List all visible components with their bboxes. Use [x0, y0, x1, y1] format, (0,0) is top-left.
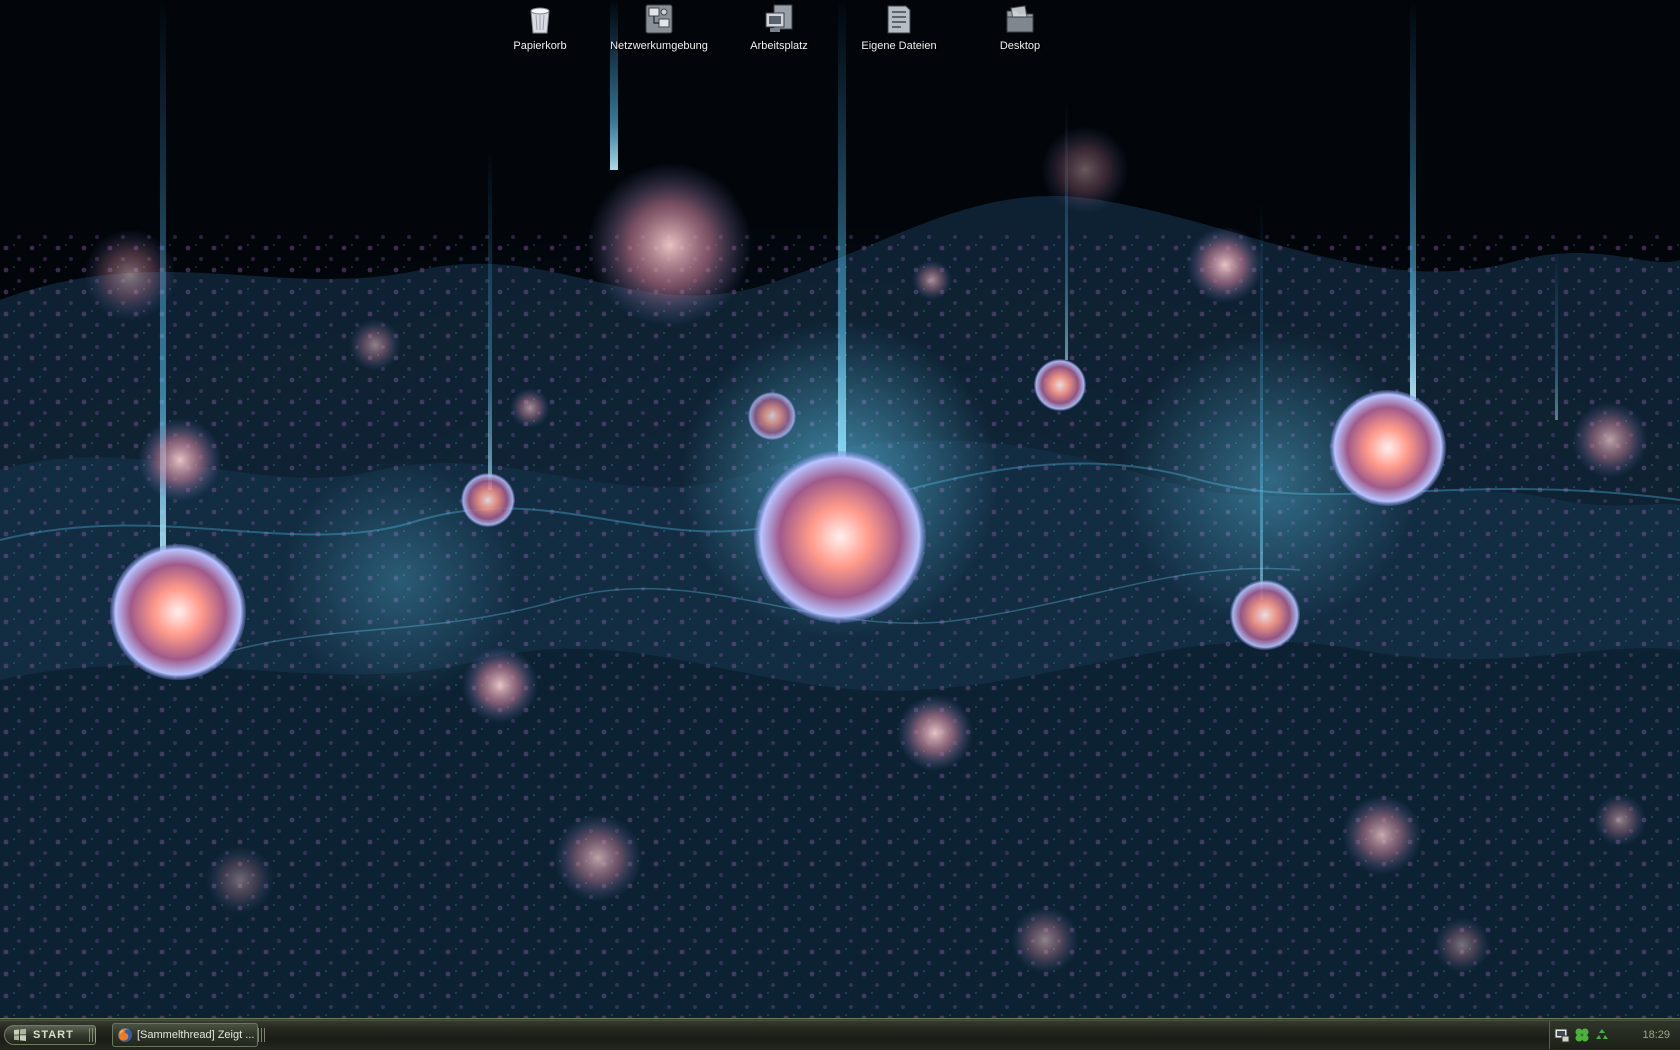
desktop-item-desktop[interactable]: Desktop: [964, 0, 1076, 52]
taskbar-grip[interactable]: [89, 1028, 96, 1042]
recycle-arrows-icon[interactable]: [1594, 1027, 1610, 1043]
firefox-icon: [118, 1028, 132, 1042]
desktop-item-papierkorb[interactable]: Papierkorb: [484, 0, 596, 52]
desktop-item-label: Netzwerkumgebung: [610, 40, 708, 52]
taskbar-button-firefox[interactable]: [Sammelthread] Zeigt ...: [112, 1023, 258, 1047]
task-label: [Sammelthread] Zeigt ...: [137, 1029, 255, 1041]
network-places-icon: [645, 4, 673, 34]
desktop-folder-icon: [1006, 5, 1034, 33]
taskbar: START [Sammelthread] Zeigt ... 18:29: [0, 1018, 1680, 1050]
start-label: START: [33, 1029, 74, 1041]
desktop-item-netzwerkumgebung[interactable]: Netzwerkumgebung: [603, 0, 715, 52]
desktop-item-eigene-dateien[interactable]: Eigene Dateien: [843, 0, 955, 52]
clock[interactable]: 18:29: [1642, 1029, 1670, 1041]
desktop[interactable]: Papierkorb Netzwerkumgebung Arbeitsplatz: [0, 0, 1680, 1050]
desktop-item-arbeitsplatz[interactable]: Arbeitsplatz: [723, 0, 835, 52]
my-computer-icon: [765, 4, 793, 32]
wallpaper: [0, 0, 1680, 1018]
network-icon[interactable]: [1554, 1027, 1570, 1043]
my-documents-icon: [887, 5, 911, 34]
windows-logo-icon: [14, 1028, 26, 1041]
desktop-item-label: Arbeitsplatz: [750, 40, 808, 52]
recycle-bin-icon: [530, 7, 550, 34]
desktop-item-label: Desktop: [999, 40, 1041, 52]
desktop-item-label: Eigene Dateien: [861, 40, 937, 52]
wallpaper-art: [0, 0, 1680, 1018]
taskbar-grip[interactable]: [258, 1028, 265, 1042]
clover-icon[interactable]: [1574, 1027, 1590, 1043]
start-button[interactable]: START: [4, 1025, 96, 1045]
desktop-item-label: Papierkorb: [513, 40, 567, 52]
system-tray: 18:29: [1549, 1021, 1680, 1049]
